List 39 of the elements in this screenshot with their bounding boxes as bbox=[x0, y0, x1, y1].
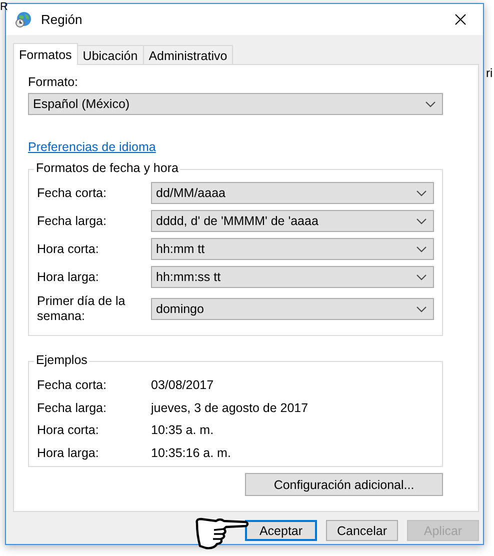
dropdown[interactable]: Español (México) bbox=[28, 93, 443, 115]
dropdown[interactable]: dd/MM/aaaa bbox=[151, 182, 434, 204]
example-label: Hora corta: bbox=[37, 423, 100, 438]
chevron-down-icon bbox=[416, 246, 427, 252]
close-icon[interactable] bbox=[454, 14, 466, 25]
dropdown[interactable]: dddd, d' de 'MMMM' de 'aaaa bbox=[151, 210, 434, 232]
window-title: Región bbox=[41, 12, 84, 27]
globe-icon bbox=[15, 11, 32, 28]
tab[interactable]: Administrativo bbox=[142, 45, 234, 64]
dialog-button[interactable]: Aceptar bbox=[245, 520, 317, 541]
example-label: Fecha corta: bbox=[37, 378, 108, 392]
example-value: 03/08/2017 bbox=[151, 378, 214, 392]
chevron-down-icon bbox=[416, 218, 427, 224]
dropdown[interactable]: hh:mm tt bbox=[151, 238, 434, 260]
chevron-down-icon bbox=[416, 190, 427, 196]
dialog-button[interactable]: Cancelar bbox=[326, 520, 398, 541]
pointing-hand-icon bbox=[194, 515, 249, 550]
dropdown[interactable]: hh:mm:ss tt bbox=[151, 266, 434, 288]
field-label: Primer día de la semana: bbox=[37, 294, 126, 324]
chevron-down-icon bbox=[425, 100, 436, 108]
background-text: ri bbox=[486, 66, 493, 80]
field-label: Fecha corta: bbox=[37, 186, 108, 200]
field-label: Hora corta: bbox=[37, 242, 100, 256]
dropdown[interactable]: domingo bbox=[151, 298, 434, 320]
language-preferences-link[interactable]: Preferencias de idioma bbox=[28, 140, 156, 154]
example-label: Hora larga: bbox=[37, 446, 100, 460]
format-label: Formato: bbox=[28, 75, 80, 89]
group-title: Formatos de fecha y hora bbox=[34, 161, 180, 175]
group-title: Ejemplos bbox=[34, 353, 90, 367]
field-label: Hora larga: bbox=[37, 270, 100, 284]
chevron-down-icon bbox=[416, 274, 427, 280]
field-label: Fecha larga: bbox=[37, 214, 108, 228]
additional-settings-button[interactable]: Configuración adicional... bbox=[245, 473, 443, 496]
example-value: jueves, 3 de agosto de 2017 bbox=[151, 400, 308, 415]
example-label: Fecha larga: bbox=[37, 400, 108, 415]
example-value: 10:35:16 a. m. bbox=[151, 446, 231, 460]
chevron-down-icon bbox=[416, 306, 427, 312]
example-value: 10:35 a. m. bbox=[151, 423, 214, 438]
tab[interactable]: Formatos bbox=[13, 43, 78, 65]
